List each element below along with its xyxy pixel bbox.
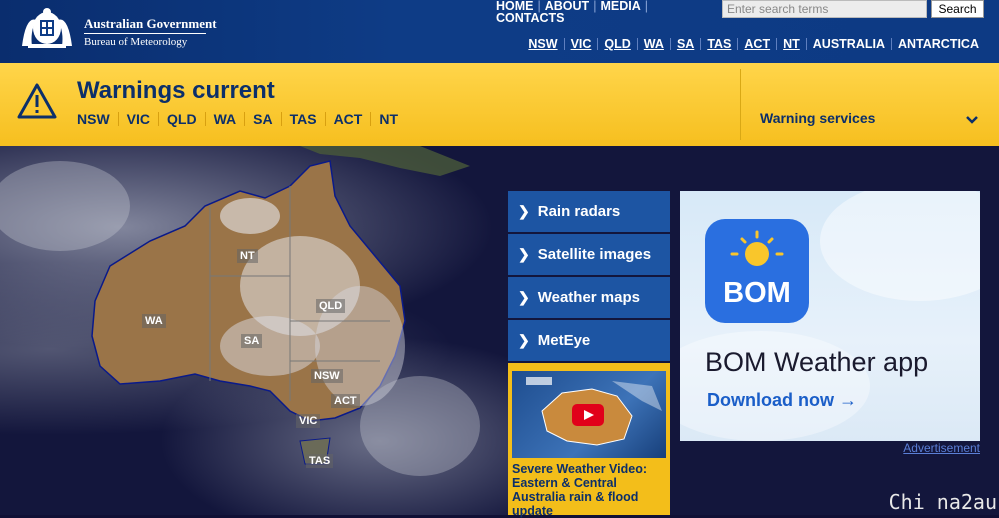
search-button[interactable]: Search: [931, 0, 984, 18]
app-title: BOM Weather app: [705, 347, 929, 377]
chevron-right-icon: ❯: [518, 246, 530, 262]
search-input[interactable]: [722, 0, 927, 18]
video-thumbnail[interactable]: [512, 371, 666, 458]
warning-link-act[interactable]: ACT: [334, 111, 363, 127]
advertisement-label[interactable]: Advertisement: [903, 441, 980, 455]
video-caption[interactable]: Severe Weather Video: Eastern & Central …: [512, 462, 668, 518]
bom-app-advertisement[interactable]: BOM BOM Weather app Download now →: [680, 191, 980, 441]
state-navigation: NSW VIC QLD WA SA TAS ACT NT AUSTRALIA A…: [525, 37, 982, 51]
play-icon[interactable]: [572, 404, 604, 426]
chevron-right-icon: ❯: [518, 203, 530, 219]
severe-weather-video[interactable]: Severe Weather Video: Eastern & Central …: [508, 363, 670, 518]
meteye-link[interactable]: ❯ MetEye: [508, 320, 670, 361]
logo-subtitle: Bureau of Meteorology: [84, 36, 188, 48]
rain-radars-label: Rain radars: [537, 203, 621, 220]
logo-title: Australian Government: [84, 16, 217, 31]
nav-media-link[interactable]: MEDIA: [600, 0, 640, 13]
sun-icon: [730, 230, 784, 266]
state-link-vic[interactable]: VIC: [568, 37, 595, 51]
chevron-down-icon[interactable]: [965, 115, 979, 125]
warning-link-qld[interactable]: QLD: [167, 111, 197, 127]
warnings-divider: [740, 69, 741, 140]
state-link-act[interactable]: ACT: [741, 37, 773, 51]
bom-app-icon: BOM: [705, 219, 809, 323]
cloud-decoration: [820, 191, 980, 301]
weather-maps-label: Weather maps: [537, 289, 640, 306]
map-label-nsw[interactable]: NSW: [311, 369, 343, 383]
rain-radars-link[interactable]: ❯ Rain radars: [508, 191, 670, 232]
site-header: Australian Government Bureau of Meteorol…: [0, 0, 999, 63]
bom-logo[interactable]: Australian Government Bureau of Meteorol…: [14, 6, 217, 54]
state-link-sa[interactable]: SA: [674, 37, 697, 51]
warning-services-toggle[interactable]: Warning services: [760, 110, 875, 126]
watermark: Chi na2au: [888, 490, 997, 514]
state-link-qld[interactable]: QLD: [601, 37, 633, 51]
state-link-nt[interactable]: NT: [780, 37, 803, 51]
map-label-act[interactable]: ACT: [331, 394, 360, 408]
map-label-tas[interactable]: TAS: [306, 454, 334, 468]
arrow-right-icon: →: [839, 390, 857, 410]
map-label-wa[interactable]: WA: [142, 314, 166, 328]
download-now-link[interactable]: Download now →: [707, 390, 857, 411]
region-link-antarctica[interactable]: ANTARCTICA: [895, 37, 982, 51]
download-now-label: Download now: [707, 390, 834, 410]
map-label-nt[interactable]: NT: [237, 249, 258, 263]
warnings-state-links: NSW VIC QLD WA SA TAS ACT NT: [77, 111, 398, 127]
warnings-bar: Warnings current NSW VIC QLD WA SA TAS A…: [0, 63, 999, 146]
bom-app-icon-text: BOM: [723, 277, 791, 309]
meteye-label: MetEye: [537, 332, 591, 349]
state-link-wa[interactable]: WA: [641, 37, 667, 51]
warning-link-nsw[interactable]: NSW: [77, 111, 110, 127]
map-label-vic[interactable]: VIC: [296, 414, 321, 428]
logo-divider: [84, 33, 206, 34]
warning-link-vic[interactable]: VIC: [127, 111, 150, 127]
state-link-tas[interactable]: TAS: [704, 37, 734, 51]
satellite-images-label: Satellite images: [537, 246, 652, 263]
warning-triangle-icon: [17, 83, 57, 119]
warning-link-nt[interactable]: NT: [379, 111, 398, 127]
region-link-australia[interactable]: AUSTRALIA: [810, 37, 888, 51]
top-navigation: HOME | ABOUT | MEDIA | CONTACTS: [496, 0, 648, 25]
warning-link-tas[interactable]: TAS: [290, 111, 317, 127]
map-label-sa[interactable]: SA: [241, 334, 263, 348]
weather-maps-link[interactable]: ❯ Weather maps: [508, 277, 670, 318]
satellite-images-link[interactable]: ❯ Satellite images: [508, 234, 670, 275]
nav-contacts-link[interactable]: CONTACTS: [496, 11, 565, 25]
coat-of-arms-icon: [22, 8, 72, 48]
map-label-qld[interactable]: QLD: [316, 299, 346, 313]
chevron-right-icon: ❯: [518, 332, 530, 348]
warning-link-wa[interactable]: WA: [214, 111, 237, 127]
state-link-nsw[interactable]: NSW: [525, 37, 560, 51]
chevron-right-icon: ❯: [518, 289, 530, 305]
warning-link-sa[interactable]: SA: [253, 111, 272, 127]
warnings-title[interactable]: Warnings current: [77, 77, 275, 105]
